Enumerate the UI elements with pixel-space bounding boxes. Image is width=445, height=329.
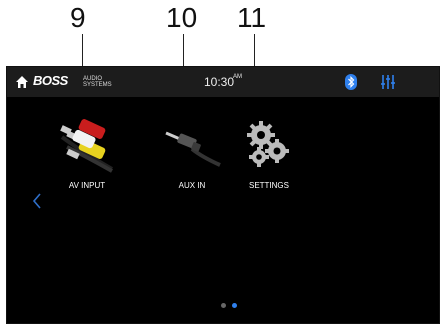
app-av-input[interactable]: AV INPUT <box>42 117 132 197</box>
equalizer-icon[interactable] <box>380 74 396 90</box>
chevron-left-icon[interactable] <box>31 191 43 211</box>
rca-cable-icon <box>60 119 113 173</box>
brand-subtitle: AUDIO SYSTEMS <box>83 76 112 88</box>
bluetooth-icon[interactable] <box>345 74 357 90</box>
page-indicator <box>219 303 243 309</box>
callout-10: 10 <box>166 2 198 33</box>
callout-9: 9 <box>70 2 86 33</box>
callout-11: 11 <box>237 2 267 33</box>
home-icon[interactable] <box>15 75 29 89</box>
aux-cable-icon <box>165 131 221 167</box>
app-av-input-label: AV INPUT <box>68 181 106 190</box>
callout-9-line <box>82 34 83 68</box>
app-settings-label: SETTINGS <box>248 181 289 190</box>
brand-name: BOSS <box>33 73 68 88</box>
app-settings[interactable]: SETTINGS <box>224 117 314 197</box>
clock-time: 10:30 <box>204 75 235 89</box>
status-bar: BOSS AUDIO SYSTEMS 10:30 AM <box>7 67 439 97</box>
page-dot-1[interactable] <box>221 303 226 308</box>
clock-ampm: AM <box>233 74 242 80</box>
page-dot-2[interactable] <box>232 303 237 308</box>
head-unit-screen: BOSS AUDIO SYSTEMS 10:30 AM AV INPUT AUX… <box>6 66 440 324</box>
gears-icon <box>247 121 289 167</box>
